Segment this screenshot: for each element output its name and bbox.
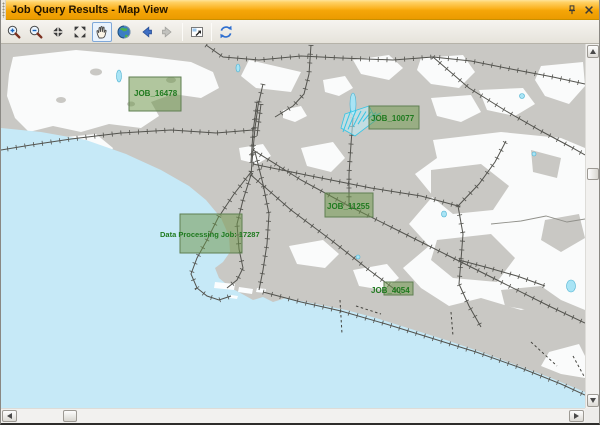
zoom-to-job-button[interactable] [187,22,207,42]
vertical-scroll-thumb[interactable] [587,168,599,180]
map-toolbar [1,20,599,44]
scroll-right-button[interactable] [569,410,584,422]
pan-icon [94,24,110,40]
job-label: Data Processing Job: 17287 [160,230,260,239]
scroll-left-icon [7,413,12,419]
job-label: JOB_16478 [134,89,178,98]
panel-title: Job Query Results - Map View [6,4,565,16]
fixed-zoom-out-icon [72,24,88,40]
pan-button[interactable] [92,22,112,42]
close-button[interactable] [582,3,596,17]
scroll-down-icon [590,398,596,403]
full-extent-icon [116,24,132,40]
zoom-in-icon [6,24,22,40]
scroll-left-button[interactable] [2,410,17,422]
toolbar-separator [211,23,212,41]
map-viewport[interactable]: JOB_16478 JOB_10077 JOB_11255 Data Processi… [1,44,585,408]
zoom-to-job-icon [189,24,205,40]
vertical-scrollbar[interactable] [585,44,599,408]
forward-icon [160,24,176,40]
refresh-button[interactable] [216,22,236,42]
fixed-zoom-in-icon [50,24,66,40]
full-extent-button[interactable] [114,22,134,42]
back-icon [138,24,154,40]
scrollbar-corner [585,408,599,423]
refresh-icon [218,24,234,40]
scroll-down-button[interactable] [587,394,599,407]
fixed-zoom-out-button[interactable] [70,22,90,42]
zoom-out-button[interactable] [26,22,46,42]
zoom-in-button[interactable] [4,22,24,42]
job-query-results-map-view-panel: Job Query Results - Map View JOB_16478JO… [0,0,600,425]
job-label: JOB_11255 [327,202,370,211]
scroll-up-button[interactable] [587,45,599,58]
horizontal-scroll-thumb[interactable] [63,410,77,422]
fixed-zoom-in-button[interactable] [48,22,68,42]
zoom-out-icon [28,24,44,40]
toolbar-separator [182,23,183,41]
scroll-right-icon [574,413,579,419]
horizontal-scrollbar[interactable] [1,408,585,423]
map-canvas[interactable]: JOB_16478 JOB_10077 JOB_11255 Data Processi… [1,44,585,408]
map-content-area: JOB_16478 JOB_10077 JOB_11255 Data Processi… [1,44,599,423]
job-label: JOB_10077 [371,114,415,123]
scroll-up-icon [590,49,596,54]
job-label: JOB_4054 [371,286,410,295]
pin-icon [566,4,578,16]
close-icon [583,4,595,16]
panel-titlebar: Job Query Results - Map View [1,0,599,20]
docking-grip[interactable] [1,0,6,20]
back-button[interactable] [136,22,156,42]
pin-button[interactable] [565,3,579,17]
forward-button[interactable] [158,22,178,42]
